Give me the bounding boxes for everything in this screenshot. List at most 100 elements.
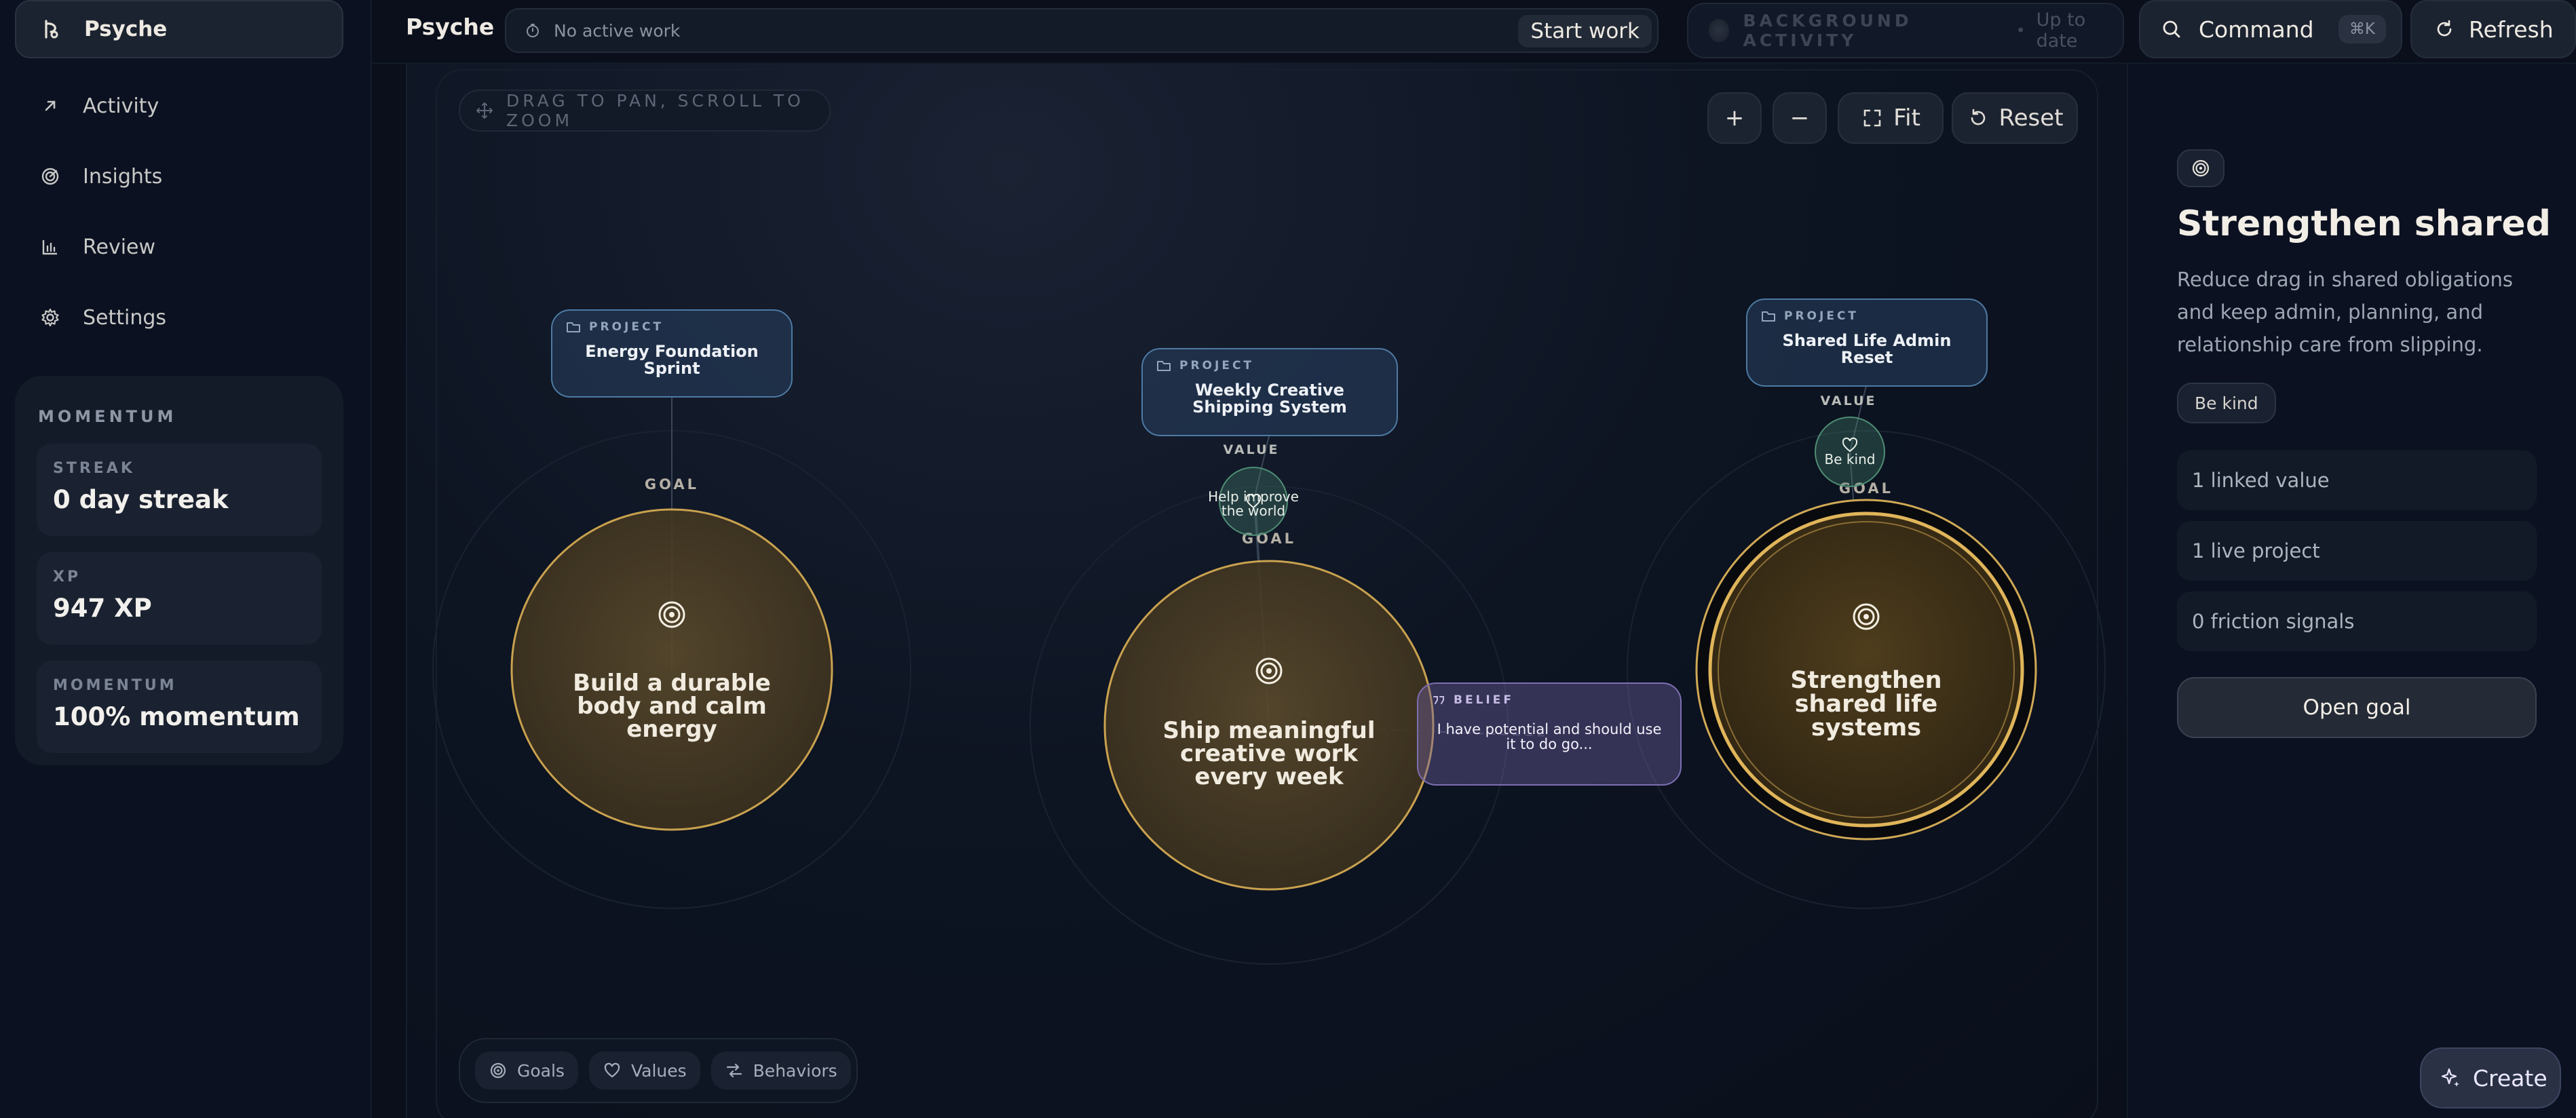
sidebar-item-label: Activity (83, 94, 159, 118)
value-title: Be kind (1824, 450, 1876, 467)
command-button[interactable]: Command ⌘K (2139, 0, 2402, 58)
goal-title: Build a durable body and calm energy (573, 670, 771, 743)
graph-legend: Goals Values Behaviors (459, 1038, 858, 1103)
project-title: Weekly Creative Shipping System (1192, 381, 1347, 417)
goal-detail-panel: Strengthen shared lif... Reduce drag in … (2127, 64, 2576, 1118)
project-title: Energy Foundation Sprint (585, 342, 759, 379)
radar-icon (37, 163, 64, 190)
project-kind: PROJECT (1761, 309, 1973, 323)
belief-kind: BELIEF (1432, 693, 1667, 707)
create-label: Create (2473, 1064, 2547, 1092)
background-activity-status: Up to date (2036, 9, 2086, 52)
separator-dot: • (2015, 21, 2026, 40)
goal-detail-title: Strengthen shared lif... (2177, 204, 2557, 244)
refresh-label: Refresh (2469, 16, 2554, 43)
sidebar-nav: Activity Insights Review Settings (15, 71, 343, 353)
sidebar-item-insights[interactable]: Insights (15, 141, 343, 212)
start-work-button[interactable]: Start work (1518, 15, 1652, 47)
legend-goals[interactable]: Goals (475, 1052, 578, 1090)
momentum-stat: MOMENTUM 100% momentum (37, 661, 322, 753)
stat-value: 100% momentum (53, 702, 300, 731)
legend-label: Values (630, 1060, 687, 1081)
work-status-bar: No active work Start work (505, 8, 1659, 53)
work-status-text: No active work (554, 20, 681, 41)
timer-icon (523, 20, 543, 41)
project-kind: PROJECT (566, 320, 778, 334)
folder-icon (1157, 361, 1171, 371)
bar-chart-icon (37, 233, 64, 261)
create-button[interactable]: Create (2420, 1047, 2561, 1109)
refresh-button[interactable]: Refresh (2410, 0, 2576, 58)
project-kind: PROJECT (1156, 359, 1383, 372)
xp-stat: XP 947 XP (37, 552, 322, 644)
value-kind-label: VALUE (1223, 442, 1280, 457)
background-activity-indicator: BACKGROUND ACTIVITY • Up to date (1687, 3, 2124, 58)
project-title: Shared Life Admin Reset (1782, 331, 1952, 368)
project-node[interactable]: PROJECT Weekly Creative Shipping System (1141, 348, 1398, 436)
sidebar-item-review[interactable]: Review (15, 212, 343, 282)
open-goal-button[interactable]: Open goal (2177, 677, 2537, 738)
heart-icon (603, 1061, 622, 1080)
app-root: Psyche Activity Insights Review Settings… (0, 0, 2576, 1118)
target-icon (2192, 159, 2210, 177)
psyche-logo-icon (38, 16, 65, 43)
sidebar-item-settings[interactable]: Settings (15, 282, 343, 353)
project-node[interactable]: PROJECT Shared Life Admin Reset (1746, 298, 1988, 387)
goal-detail-row: 1 linked value (2177, 450, 2537, 510)
graph-canvas[interactable]: DRAG TO PAN, SCROLL TO ZOOM + − Fit Rese… (406, 64, 2127, 1118)
target-icon (489, 1061, 508, 1080)
sidebar-item-label: Settings (83, 305, 167, 330)
quote-icon (1433, 696, 1444, 704)
project-kind-label: PROJECT (1179, 359, 1255, 372)
stat-value: 947 XP (53, 594, 152, 623)
momentum-title: MOMENTUM (38, 407, 177, 426)
stat-label: MOMENTUM (53, 677, 177, 694)
goal-detail-description: Reduce drag in shared obligations and ke… (2177, 268, 2513, 356)
stat-value: 0 day streak (53, 485, 229, 514)
belief-node[interactable]: BELIEF I have potential and should use i… (1417, 682, 1682, 786)
goal-detail-row: 0 friction signals (2177, 592, 2537, 651)
goal-detail-row: 1 live project (2177, 521, 2537, 581)
topbar: Psyche No active work Start work BACKGRO… (372, 0, 2576, 64)
project-kind-label: PROJECT (589, 320, 664, 334)
folder-icon (567, 322, 580, 332)
project-node[interactable]: PROJECT Energy Foundation Sprint (551, 309, 793, 398)
goal-kind-label: GOAL (1241, 531, 1297, 547)
project-kind-label: PROJECT (1784, 309, 1859, 323)
sidebar: Psyche Activity Insights Review Settings… (0, 0, 372, 1118)
sidebar-brand-psyche[interactable]: Psyche (15, 0, 343, 58)
legend-behaviors[interactable]: Behaviors (711, 1052, 851, 1090)
sidebar-brand-label: Psyche (84, 17, 168, 41)
value-kind-label: VALUE (1820, 393, 1877, 408)
sidebar-item-label: Review (83, 235, 156, 259)
value-node[interactable]: Be kind (1815, 417, 1885, 487)
goal-graph (432, 385, 2106, 965)
stat-label: XP (53, 568, 81, 585)
belief-title: I have potential and should use it to do… (1437, 721, 1662, 753)
goal-detail-icon (2177, 149, 2224, 187)
sparkle-icon (2441, 1068, 2459, 1087)
momentum-panel: MOMENTUM STREAK 0 day streak XP 947 XP M… (15, 376, 343, 765)
search-icon (2159, 17, 2184, 41)
belief-kind-label: BELIEF (1454, 693, 1514, 707)
goal-title: Ship meaningful creative work every week (1162, 717, 1376, 790)
sidebar-item-activity[interactable]: Activity (15, 71, 343, 141)
legend-label: Behaviors (753, 1060, 837, 1081)
command-label: Command (2199, 16, 2314, 43)
refresh-icon (2432, 17, 2457, 41)
legend-values[interactable]: Values (588, 1052, 700, 1090)
sidebar-item-label: Insights (83, 164, 163, 189)
linked-value-tag[interactable]: Be kind (2177, 383, 2276, 423)
gear-icon (37, 304, 64, 331)
folder-icon (1762, 311, 1775, 322)
heart-icon (1842, 437, 1858, 452)
stat-label: STREAK (53, 460, 135, 477)
page-title: Psyche (406, 14, 495, 40)
background-activity-label: BACKGROUND ACTIVITY (1743, 11, 1912, 50)
legend-label: Goals (517, 1060, 565, 1081)
streak-stat: STREAK 0 day streak (37, 444, 322, 536)
value-node[interactable]: Help improve the world (1208, 467, 1299, 536)
goal-kind-label: GOAL (644, 476, 700, 493)
command-shortcut: ⌘K (2338, 15, 2386, 43)
arrow-up-right-icon (37, 92, 64, 119)
